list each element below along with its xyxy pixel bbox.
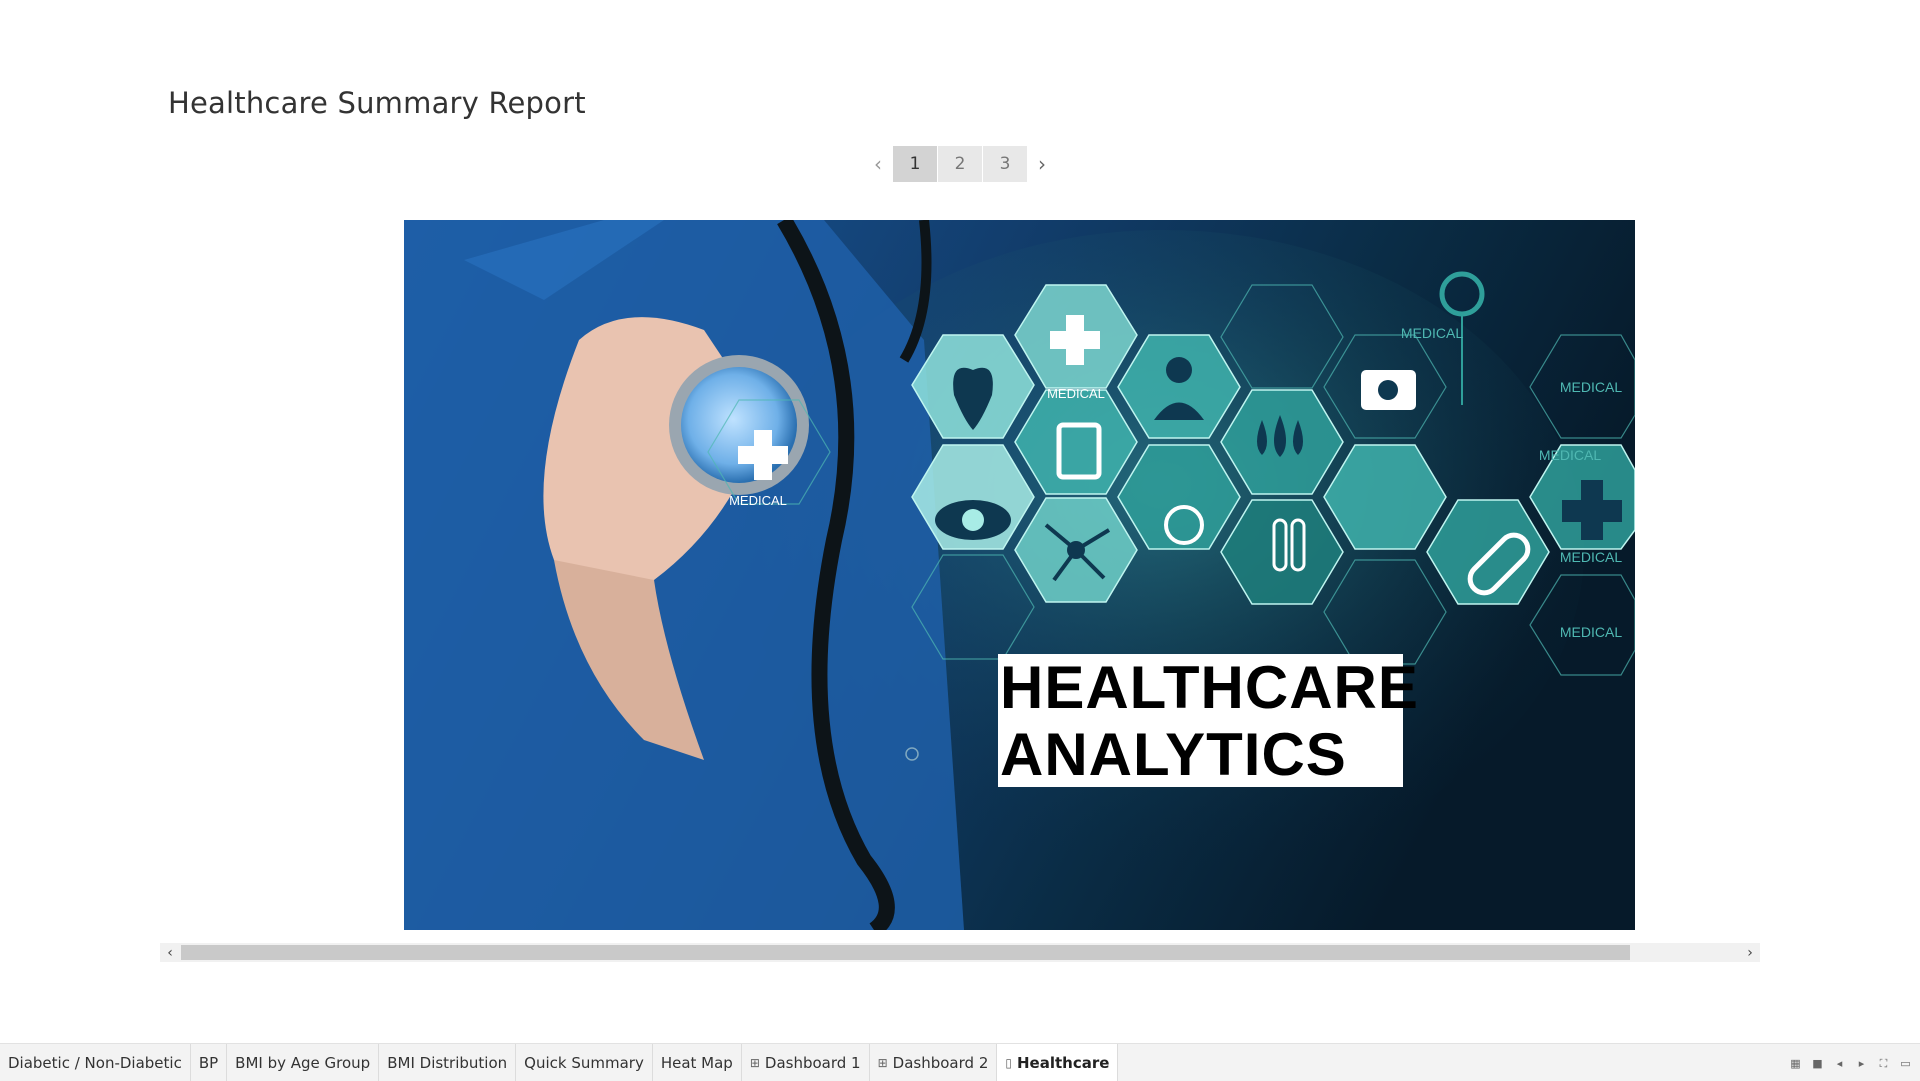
hex-label-medical-1: MEDICAL	[729, 493, 787, 508]
tab-label: Healthcare	[1016, 1053, 1110, 1072]
horizontal-scrollbar[interactable]: ‹ ›	[160, 943, 1760, 962]
next-sheet-icon[interactable]: ▸	[1855, 1057, 1868, 1070]
prev-sheet-icon[interactable]: ◂	[1833, 1057, 1846, 1070]
status-bar-icons: ▦ ■ ◂ ▸ ⛶ ▭	[1789, 1057, 1912, 1071]
presentation-icon[interactable]: ▭	[1899, 1057, 1912, 1070]
person-icon	[1166, 357, 1192, 383]
hex-label-medical-4: MEDICAL	[1560, 379, 1622, 395]
hex-label-medical-5: MEDICAL	[1539, 447, 1601, 463]
dashboard-icon: ⊞	[749, 1055, 760, 1070]
tab-dashboard-1[interactable]: ⊞ Dashboard 1	[742, 1044, 870, 1081]
pager-prev-button[interactable]: ‹	[864, 146, 892, 182]
pager-page-2[interactable]: 2	[938, 146, 982, 182]
tab-quick-summary[interactable]: Quick Summary	[516, 1044, 653, 1081]
scroll-left-button[interactable]: ‹	[160, 943, 180, 962]
hex-label-medical-6: MEDICAL	[1560, 549, 1622, 565]
tab-bp[interactable]: BP	[191, 1044, 228, 1081]
pager-page-1[interactable]: 1	[893, 146, 937, 182]
story-icon: ▯	[1005, 1055, 1012, 1070]
scroll-right-button[interactable]: ›	[1740, 943, 1760, 962]
tab-label: BMI by Age Group	[235, 1053, 371, 1072]
scroll-thumb[interactable]	[181, 945, 1630, 960]
tab-label: Diabetic / Non-Diabetic	[8, 1053, 182, 1072]
tab-heat-map[interactable]: Heat Map	[653, 1044, 742, 1081]
hero-headline-line-1: HEALTHCARE	[1000, 654, 1419, 721]
hex-label-medical-2: MEDICAL	[1047, 386, 1105, 401]
tab-label: BP	[198, 1053, 219, 1072]
tab-label: Quick Summary	[524, 1053, 644, 1072]
hero-illustration: MEDICAL MEDICAL MEDICAL MEDICAL MEDICAL …	[404, 220, 1635, 930]
hex-label-medical-3: MEDICAL	[1401, 325, 1463, 341]
tab-label: Dashboard 2	[892, 1053, 989, 1072]
sheet-tab-bar: Diabetic / Non-Diabetic BP BMI by Age Gr…	[0, 1043, 1920, 1081]
hero-headline: HEALTHCARE ANALYTICS	[998, 654, 1419, 788]
tab-dashboard-2[interactable]: ⊞ Dashboard 2	[870, 1044, 998, 1081]
tab-bmi-distribution[interactable]: BMI Distribution	[379, 1044, 517, 1081]
tab-healthcare[interactable]: ▯ Healthcare	[997, 1044, 1119, 1081]
page-title: Healthcare Summary Report	[168, 86, 586, 120]
fullscreen-icon[interactable]: ⛶	[1877, 1057, 1890, 1070]
hex-label-medical-7: MEDICAL	[1560, 624, 1622, 640]
tab-label: Heat Map	[660, 1053, 733, 1072]
tab-bmi-by-age-group[interactable]: BMI by Age Group	[227, 1044, 380, 1081]
story-pager: ‹ 1 2 3 ›	[864, 146, 1056, 182]
tab-label: BMI Distribution	[387, 1053, 508, 1072]
stethoscope-head	[681, 367, 797, 483]
tab-diabetic-non-diabetic[interactable]: Diabetic / Non-Diabetic	[0, 1044, 191, 1081]
tab-label: Dashboard 1	[764, 1053, 861, 1072]
hero-headline-line-2: ANALYTICS	[1000, 721, 1347, 788]
single-view-icon[interactable]: ■	[1811, 1057, 1824, 1070]
sheet-tabs: Diabetic / Non-Diabetic BP BMI by Age Gr…	[0, 1044, 1119, 1081]
hero-image: MEDICAL MEDICAL MEDICAL MEDICAL MEDICAL …	[404, 220, 1635, 930]
grid-view-icon[interactable]: ▦	[1789, 1057, 1802, 1070]
pager-page-3[interactable]: 3	[983, 146, 1027, 182]
pager-next-button[interactable]: ›	[1028, 146, 1056, 182]
dashboard-icon: ⊞	[877, 1055, 888, 1070]
